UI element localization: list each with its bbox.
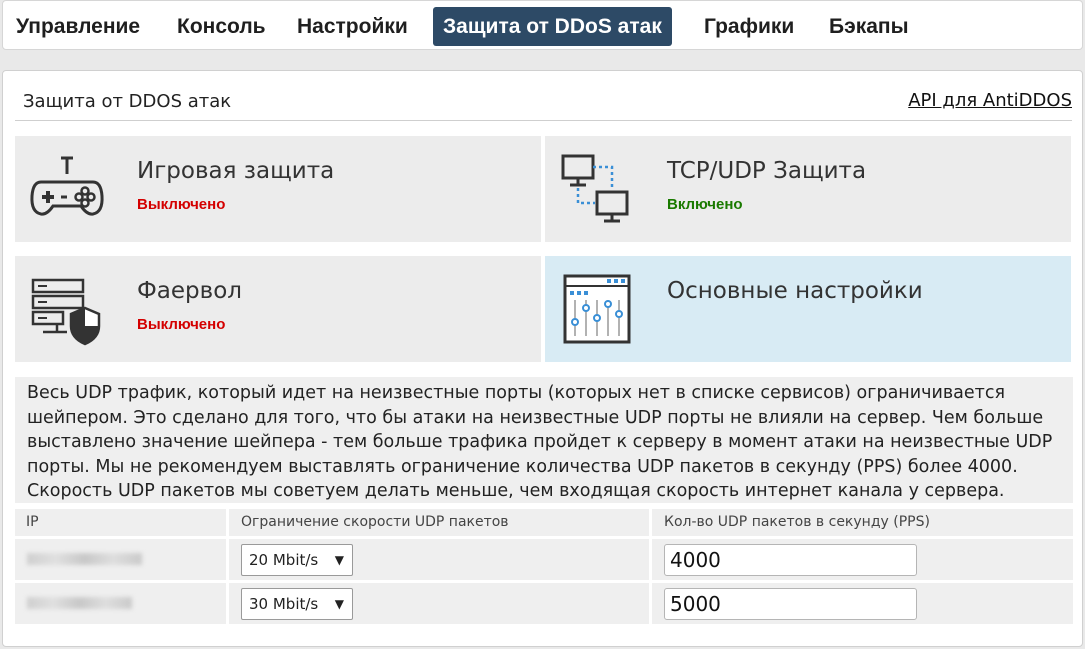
tile-tcp-udp-protection[interactable]: TCP/UDP Защита Включено — [545, 136, 1071, 242]
tile-title: Основные настройки — [667, 278, 923, 304]
tile-title: TCP/UDP Защита — [667, 158, 867, 184]
tile-main-settings[interactable]: Основные настройки — [545, 256, 1071, 362]
header-speed-limit: Ограничение скорости UDP пакетов — [229, 509, 649, 536]
gamepad-icon — [30, 156, 104, 216]
tile-game-protection[interactable]: Игровая защита Выключено — [15, 136, 541, 242]
network-icon — [561, 154, 629, 223]
tab-management[interactable]: Управление — [6, 7, 150, 46]
speed-select[interactable]: 30 Mbit/s ▼ — [241, 588, 353, 620]
tab-ddos-protection[interactable]: Защита от DDoS атак — [433, 7, 672, 46]
pps-cell: 5000 — [652, 583, 1073, 624]
dropdown-arrow-icon: ▼ — [334, 597, 344, 611]
top-navigation: Управление Консоль Настройки Защита от D… — [2, 0, 1083, 50]
pps-input[interactable]: 4000 — [664, 544, 917, 576]
status-on: Включено — [667, 196, 743, 213]
settings-sliders-icon — [563, 274, 631, 344]
divider — [15, 120, 1072, 121]
status-off: Выключено — [137, 196, 226, 213]
speed-select-value: 30 Mbit/s — [249, 595, 319, 613]
udp-description: Весь UDP трафик, который идет на неизвес… — [15, 377, 1073, 503]
api-antiddos-link[interactable]: API для AntiDDOS — [908, 90, 1072, 111]
tab-graphs[interactable]: Графики — [694, 7, 804, 46]
table-row: 30 Mbit/s ▼ 5000 — [15, 583, 1073, 624]
tile-title: Игровая защита — [137, 158, 335, 184]
speed-select[interactable]: 20 Mbit/s ▼ — [241, 544, 353, 576]
dropdown-arrow-icon: ▼ — [334, 553, 344, 567]
tile-title: Фаервол — [137, 278, 242, 304]
ip-redacted — [27, 597, 132, 609]
speed-cell: 20 Mbit/s ▼ — [229, 539, 649, 580]
tile-firewall[interactable]: Фаервол Выключено — [15, 256, 541, 362]
pps-cell: 4000 — [652, 539, 1073, 580]
status-off: Выключено — [137, 316, 226, 333]
table-header: IP Ограничение скорости UDP пакетов Кол-… — [15, 509, 1073, 536]
tab-backups[interactable]: Бэкапы — [819, 7, 919, 46]
table-row: 20 Mbit/s ▼ 4000 — [15, 539, 1073, 580]
ddos-panel: Защита от DDOS атак API для AntiDDOS Игр… — [2, 70, 1083, 647]
tab-console[interactable]: Консоль — [167, 7, 276, 46]
tab-settings[interactable]: Настройки — [287, 7, 418, 46]
ip-cell — [15, 583, 226, 624]
ip-cell — [15, 539, 226, 580]
speed-select-value: 20 Mbit/s — [249, 551, 319, 569]
pps-input[interactable]: 5000 — [664, 588, 917, 620]
header-ip: IP — [15, 509, 226, 536]
header-pps: Кол-во UDP пакетов в секунду (PPS) — [652, 509, 1073, 536]
ip-redacted — [27, 553, 142, 565]
speed-cell: 30 Mbit/s ▼ — [229, 583, 649, 624]
firewall-icon — [31, 278, 101, 346]
page-title: Защита от DDOS атак — [23, 91, 232, 112]
